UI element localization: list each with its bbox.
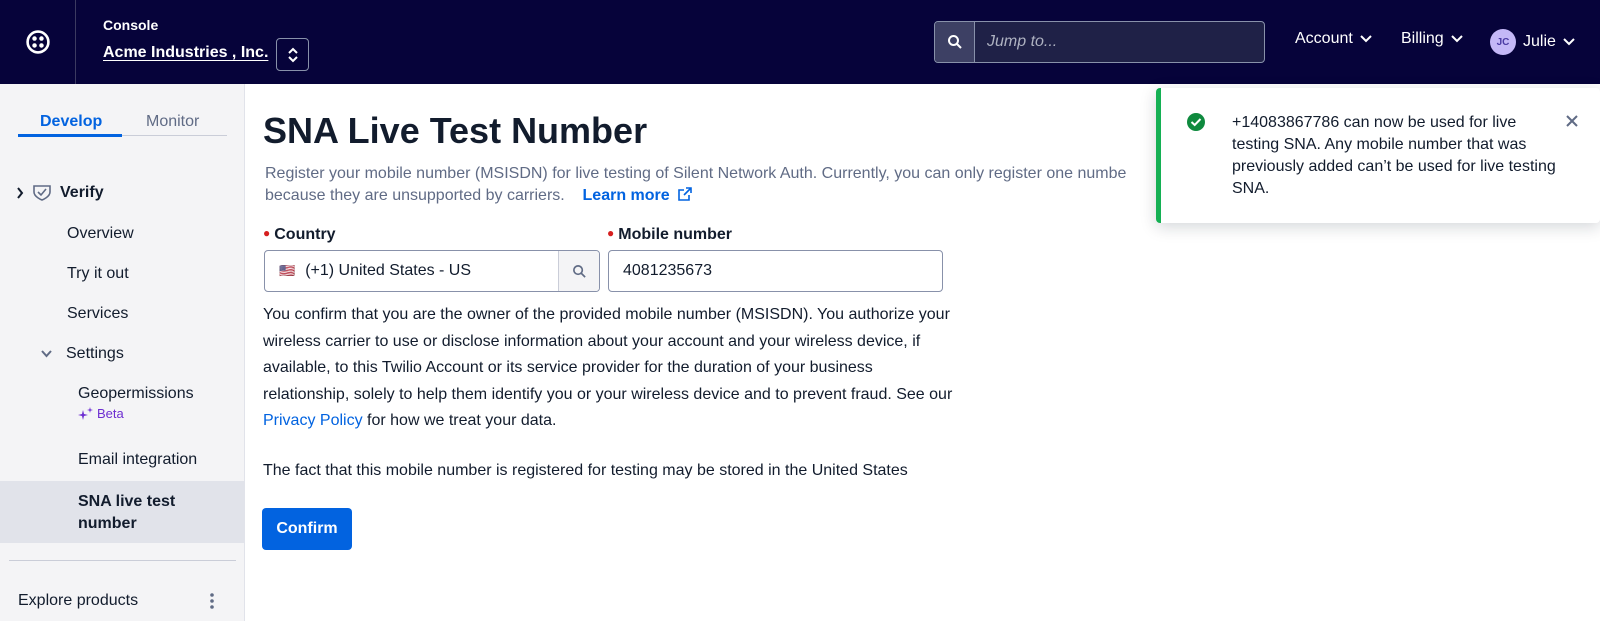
storage-note: The fact that this mobile number is regi…	[263, 462, 908, 479]
sidebar-item-geopermissions[interactable]: Geopermissions	[78, 385, 194, 403]
tab-develop[interactable]: Develop	[40, 113, 102, 131]
sidebar-tabs: Develop Monitor	[18, 104, 227, 137]
chevron-right-icon	[17, 187, 24, 199]
sidebar-item-try-it-out[interactable]: Try it out	[67, 265, 129, 283]
account-switcher-button[interactable]	[276, 38, 309, 71]
close-icon[interactable]	[1561, 110, 1583, 132]
external-link-icon	[678, 187, 692, 201]
sparkle-icon	[78, 406, 93, 420]
confirm-button[interactable]: Confirm	[262, 508, 352, 550]
intro-line-2: because they are unsupported by carriers…	[265, 185, 1165, 207]
twilio-logo-icon	[25, 30, 50, 54]
country-value-text: (+1) United States - US	[305, 262, 472, 279]
country-field-label: ● Country	[263, 226, 336, 244]
explore-products-link[interactable]: Explore products	[18, 592, 138, 610]
sidebar-item-verify-label: Verify	[60, 184, 104, 201]
page-title: SNA Live Test Number	[263, 110, 648, 151]
consent-text-part1: You confirm that you are the owner of th…	[263, 306, 953, 403]
chevron-up-down-icon	[287, 47, 298, 62]
console-label: Console	[103, 17, 159, 33]
toast-message: +14083867786 can now be used for live te…	[1232, 114, 1556, 197]
account-name-link[interactable]: Acme Industries , Inc.	[103, 44, 268, 62]
chevron-down-icon	[1360, 35, 1372, 43]
country-selected-value[interactable]: 🇺🇸 (+1) United States - US	[265, 251, 558, 291]
consent-text: You confirm that you are the owner of th…	[263, 302, 953, 435]
sidebar-item-sna-live-test-number[interactable]: SNA live test number	[78, 491, 175, 535]
search-icon	[572, 264, 586, 278]
tab-monitor[interactable]: Monitor	[146, 113, 199, 131]
country-label-text: Country	[274, 226, 336, 243]
learn-more-link[interactable]: Learn more	[583, 187, 693, 204]
intro-line-1: Register your mobile number (MSISDN) for…	[265, 165, 1127, 182]
sidebar: Develop Monitor Verify Overview Try it o…	[0, 84, 245, 621]
chevron-down-icon	[1450, 35, 1463, 43]
beta-badge: Beta	[78, 406, 124, 421]
consent-text-part2: for how we treat your data.	[362, 412, 557, 430]
sidebar-item-overview[interactable]: Overview	[67, 225, 134, 243]
verify-shield-icon	[33, 185, 51, 201]
billing-menu-label: Billing	[1401, 30, 1444, 47]
sidebar-item-sna-line2: number	[78, 515, 137, 532]
required-indicator: ●	[263, 226, 271, 240]
required-indicator: ●	[607, 226, 615, 240]
intro-line-2-text: because they are unsupported by carriers…	[265, 187, 565, 204]
sidebar-divider	[9, 560, 236, 561]
jump-to-input[interactable]	[975, 22, 1264, 62]
sidebar-item-sna-line1: SNA live test	[78, 493, 176, 510]
learn-more-label: Learn more	[582, 187, 670, 204]
sidebar-item-email-integration[interactable]: Email integration	[78, 451, 197, 469]
account-menu[interactable]: Account	[1295, 30, 1372, 48]
account-menu-label: Account	[1295, 30, 1353, 47]
mobile-field-label: ● Mobile number	[607, 226, 732, 244]
success-toast: +14083867786 can now be used for live te…	[1156, 88, 1600, 223]
mobile-label-text: Mobile number	[618, 226, 733, 243]
active-tab-indicator	[18, 134, 122, 137]
sidebar-item-settings[interactable]: Settings	[41, 345, 124, 363]
avatar: JC	[1490, 29, 1516, 55]
search-icon[interactable]	[935, 22, 975, 62]
user-menu[interactable]: JC Julie	[1490, 29, 1575, 55]
success-check-icon	[1186, 112, 1206, 137]
twilio-logo[interactable]	[0, 0, 76, 84]
privacy-policy-link[interactable]: Privacy Policy	[263, 412, 363, 429]
jump-to-search	[934, 21, 1265, 63]
us-flag-icon: 🇺🇸	[279, 263, 296, 278]
beta-badge-label: Beta	[97, 406, 124, 421]
intro-text: Register your mobile number (MSISDN) for…	[265, 163, 1165, 207]
sidebar-item-verify[interactable]: Verify	[16, 184, 104, 202]
billing-menu[interactable]: Billing	[1401, 30, 1463, 48]
top-navigation-bar: Console Acme Industries , Inc. Account B…	[0, 0, 1600, 84]
country-search-button[interactable]	[558, 251, 599, 291]
mobile-number-input[interactable]	[608, 250, 943, 292]
chevron-down-icon	[41, 350, 52, 358]
country-select[interactable]: 🇺🇸 (+1) United States - US	[264, 250, 600, 292]
sidebar-item-settings-label: Settings	[66, 345, 124, 362]
chevron-down-icon	[1563, 38, 1575, 46]
more-options-icon[interactable]	[209, 592, 215, 615]
sidebar-item-services[interactable]: Services	[67, 305, 128, 323]
user-name: Julie	[1523, 33, 1556, 50]
